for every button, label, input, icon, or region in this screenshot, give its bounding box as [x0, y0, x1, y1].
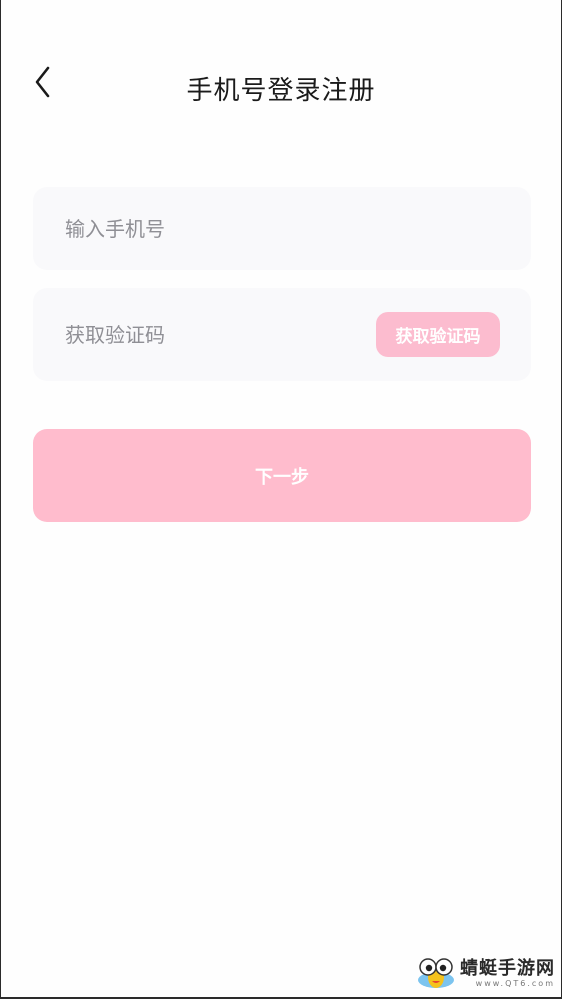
verification-code-input[interactable] [65, 288, 365, 381]
phone-field-container [33, 187, 531, 270]
next-step-button[interactable]: 下一步 [33, 429, 531, 522]
login-register-screen: 手机号登录注册 获取验证码 下一步 蜻蜓手游网 www.QT6.com [0, 0, 562, 999]
get-code-button[interactable]: 获取验证码 [376, 312, 500, 357]
header: 手机号登录注册 [1, 0, 561, 170]
watermark-name: 蜻蜓手游网 [460, 957, 555, 979]
watermark-site: www.QT6.com [475, 978, 555, 988]
phone-input[interactable] [65, 187, 365, 270]
dragonfly-logo-icon [418, 958, 454, 988]
code-field-container: 获取验证码 [33, 288, 531, 381]
watermark-text: 蜻蜓手游网 www.QT6.com [460, 957, 555, 988]
watermark: 蜻蜓手游网 www.QT6.com [414, 955, 555, 991]
page-title: 手机号登录注册 [186, 76, 376, 106]
